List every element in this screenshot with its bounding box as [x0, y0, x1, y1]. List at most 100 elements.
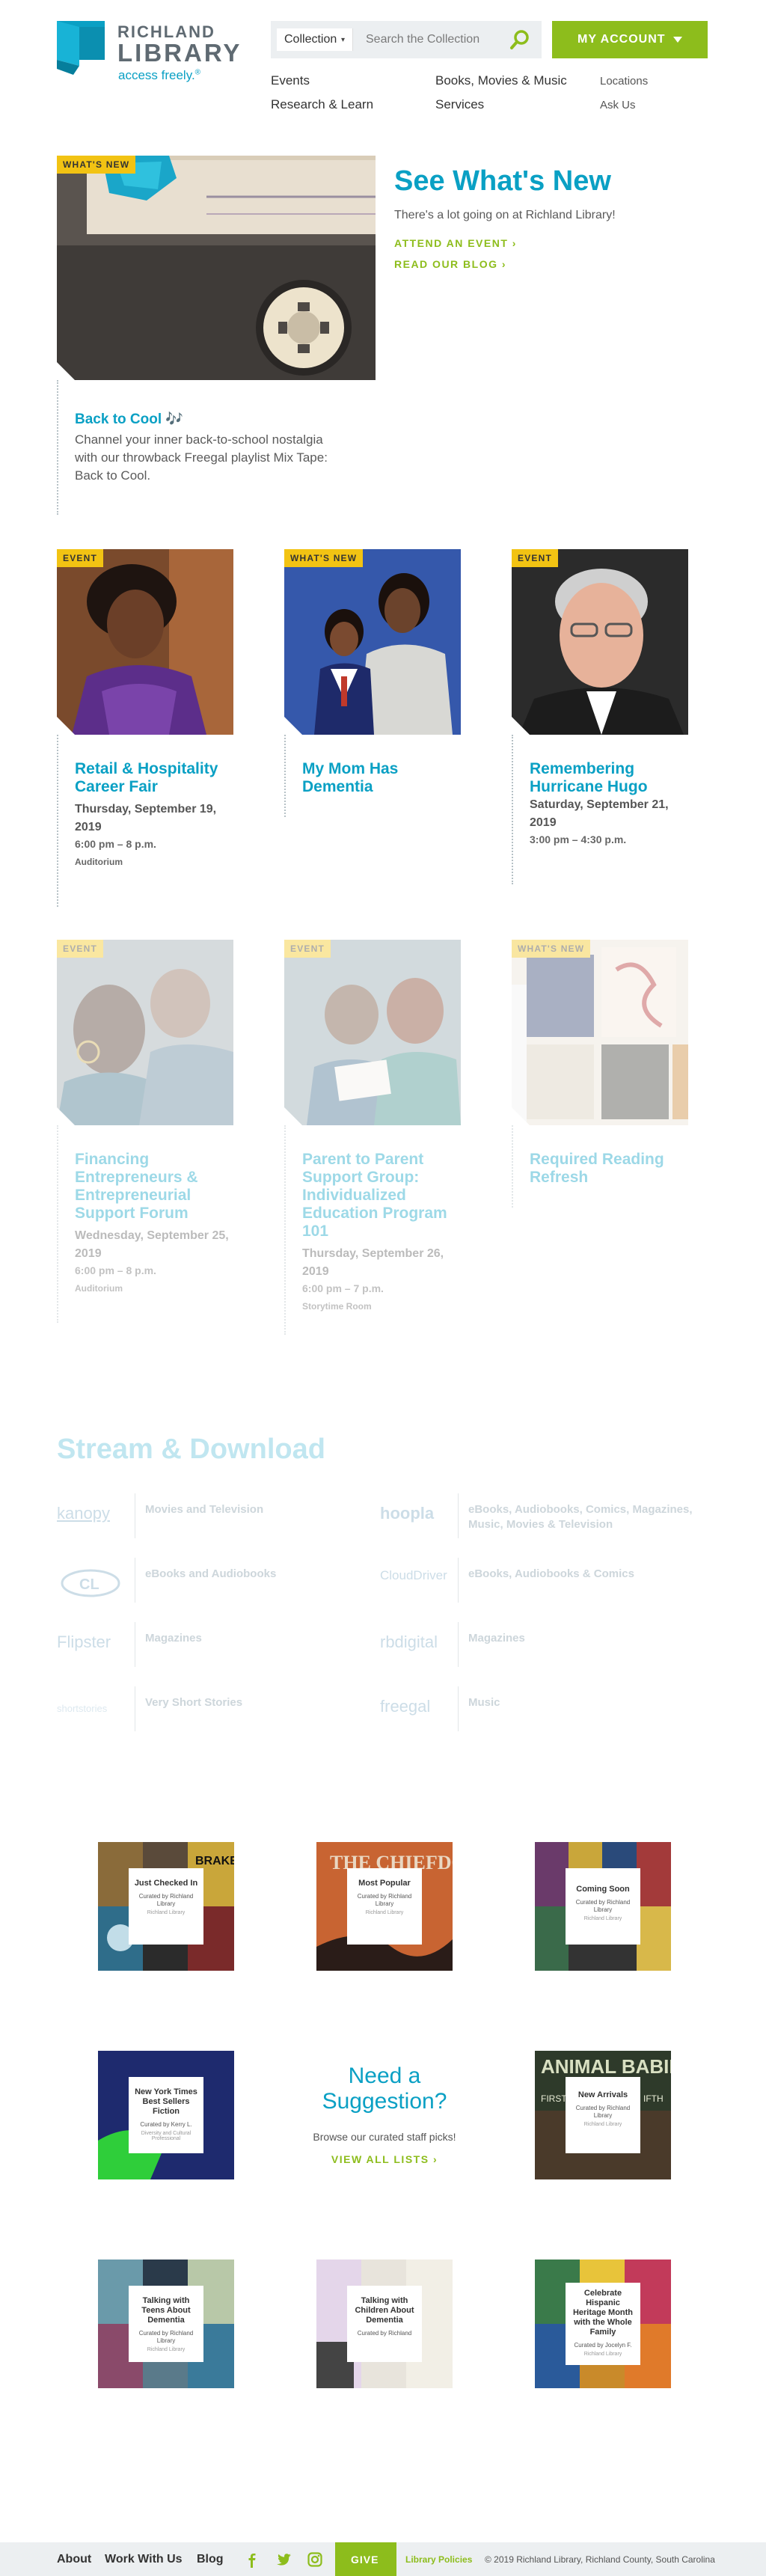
event-title[interactable]: Financing Entrepreneurs & Entrepreneuria… [75, 1151, 229, 1223]
news-image: WHAT'S NEW [284, 549, 461, 735]
event-date: Thursday, September 19, 2019 [75, 803, 217, 833]
stream-service[interactable]: shortstories Very Short Stories [57, 1686, 386, 1731]
list-author: Richland Library [583, 2122, 622, 2127]
short-stories-logo-icon: shortstories [57, 1703, 108, 1714]
footer-link-blog[interactable]: Blog [197, 2553, 224, 2566]
nav-ask-us[interactable]: Ask Us [600, 99, 636, 111]
library-logo-icon [57, 21, 105, 75]
event-tag: EVENT [512, 549, 559, 567]
event-time: 6:00 pm – 8 p.m. [75, 1264, 156, 1276]
divider [57, 735, 58, 907]
footer-link-about[interactable]: About [57, 2553, 91, 2566]
event-time: 6:00 pm – 7 p.m. [302, 1282, 384, 1294]
give-button[interactable]: GIVE [335, 2542, 396, 2576]
staff-list[interactable]: ANIMAL BABIES FIRST IFTH New Arrivals Cu… [535, 2051, 671, 2179]
service-description: eBooks and Audiobooks [145, 1567, 277, 1580]
staff-list[interactable]: Coming Soon Curated by Richland Library … [535, 1842, 671, 1971]
staff-list[interactable]: Talking with Children About Dementia Cur… [316, 2260, 453, 2388]
list-card: Celebrate Hispanic Heritage Month with t… [566, 2283, 640, 2365]
instagram-icon[interactable] [307, 2551, 323, 2568]
svg-text:BRAKE: BRAKE [195, 1855, 234, 1867]
nav-events[interactable]: Events [271, 73, 310, 88]
staff-list[interactable]: BRAKE Just Checked In Curated by Richlan… [98, 1842, 234, 1971]
news-title[interactable]: Required Reading Refresh [530, 1151, 684, 1187]
attend-event-link[interactable]: ATTEND AN EVENT › [394, 237, 517, 249]
list-title: New York Times Best Sellers Fiction [135, 2087, 197, 2116]
nav-books-movies-music[interactable]: Books, Movies & Music [435, 73, 567, 88]
event-image: EVENT [512, 549, 688, 735]
list-curator: Curated by Jocelyn F. [574, 2342, 632, 2349]
event-image: EVENT [57, 549, 233, 735]
svg-text:IFTH: IFTH [643, 2093, 664, 2104]
suggestion-subheading: Browse our curated staff picks! [313, 2131, 456, 2143]
list-curator: Curated by Richland [357, 2330, 412, 2337]
staff-list[interactable]: Celebrate Hispanic Heritage Month with t… [535, 2260, 671, 2388]
event-time: 6:00 pm – 8 p.m. [75, 838, 156, 850]
list-author: Richland Library [365, 1910, 404, 1915]
event-title[interactable]: Remembering Hurricane Hugo [530, 760, 684, 796]
nav-locations[interactable]: Locations [600, 75, 648, 88]
list-author: Diversity and Cultural Professional [141, 2131, 192, 2141]
search-input[interactable]: Search the Collection [366, 33, 479, 46]
view-all-lists-link[interactable]: VIEW ALL LISTS › [317, 2153, 452, 2165]
divider [57, 380, 58, 515]
stream-service[interactable]: CL eBooks and Audiobooks [57, 1558, 386, 1603]
nav-services[interactable]: Services [435, 97, 484, 112]
event-location: Storytime Room [302, 1301, 372, 1312]
library-policies-link[interactable]: Library Policies [405, 2554, 472, 2565]
svg-text:FIRST: FIRST [541, 2093, 567, 2104]
footer-link-work-with-us[interactable]: Work With Us [105, 2553, 183, 2566]
feature-title[interactable]: Back to Cool 🎶 [75, 410, 183, 428]
divider [458, 1493, 459, 1538]
divider [284, 1125, 286, 1335]
news-image: WHAT'S NEW [512, 940, 688, 1125]
hero-feature-image[interactable]: WHAT'S NEW [57, 156, 376, 380]
stream-service[interactable]: hoopla eBooks, Audiobooks, Comics, Magaz… [380, 1493, 709, 1538]
stream-download-heading: Stream & Download [57, 1434, 325, 1465]
image-notch [284, 717, 302, 735]
staff-list[interactable]: Talking with Teens About Dementia Curate… [98, 2260, 234, 2388]
nav-research-learn[interactable]: Research & Learn [271, 97, 373, 112]
news-title[interactable]: My Mom Has Dementia [302, 760, 456, 796]
stream-service[interactable]: CloudDriver eBooks, Audiobooks & Comics [380, 1558, 709, 1603]
list-title: Talking with Children About Dementia [355, 2296, 414, 2325]
image-notch [57, 717, 75, 735]
search-icon[interactable] [509, 28, 531, 51]
stream-service[interactable]: Flipster Magazines [57, 1622, 386, 1667]
divider [284, 735, 286, 817]
event-title[interactable]: Retail & Hospitality Career Fair [75, 760, 229, 796]
list-card: New York Times Best Sellers Fiction Cura… [129, 2077, 203, 2153]
read-blog-link[interactable]: READ OUR BLOG › [394, 258, 506, 270]
list-title: New Arrivals [577, 2090, 628, 2099]
event-info: Remembering Hurricane Hugo Saturday, Sep… [530, 760, 684, 847]
list-card: Most Popular Curated by Richland Library… [347, 1868, 422, 1945]
stream-service[interactable]: freegal Music [380, 1686, 709, 1731]
event-location: Auditorium [75, 857, 123, 867]
stream-service[interactable]: kanopy Movies and Television [57, 1493, 386, 1538]
hoopla-logo-icon: hoopla [380, 1504, 435, 1523]
list-author: Richland Library [147, 1910, 186, 1915]
library-logo[interactable]: RICHLAND LIBRARY access freely.® [57, 21, 251, 82]
search-bar: Collection ▾ Search the Collection [271, 21, 542, 58]
service-description: Magazines [145, 1632, 202, 1645]
event-title[interactable]: Parent to Parent Support Group: Individu… [302, 1151, 456, 1240]
search-scope-select[interactable]: Collection ▾ [277, 28, 353, 51]
stream-service[interactable]: rbdigital Magazines [380, 1622, 709, 1667]
feature-description: Channel your inner back-to-school nostal… [75, 432, 328, 483]
list-title: Coming Soon [576, 1885, 630, 1894]
list-card: Talking with Children About Dementia Cur… [347, 2286, 422, 2362]
list-card: Talking with Teens About Dementia Curate… [129, 2286, 203, 2362]
event-info: Parent to Parent Support Group: Individu… [302, 1151, 456, 1315]
event-tag: EVENT [57, 940, 104, 958]
cassette-tape-image [57, 156, 376, 380]
my-account-button[interactable]: MY ACCOUNT [552, 21, 708, 58]
twitter-icon[interactable] [275, 2551, 292, 2568]
staff-list[interactable]: THE CHIEFDOMS Most Popular Curated by Ri… [316, 1842, 453, 1971]
facebook-icon[interactable] [244, 2551, 260, 2568]
list-curator: Curated by Richland Library [138, 2330, 194, 2344]
service-description: Very Short Stories [145, 1696, 243, 1709]
staff-list[interactable]: New York Times Best Sellers Fiction Cura… [98, 2051, 234, 2179]
event-image: EVENT [57, 940, 233, 1125]
event-date: Wednesday, September 25, 2019 [75, 1229, 229, 1260]
whats-new-tag: WHAT'S NEW [284, 549, 364, 567]
